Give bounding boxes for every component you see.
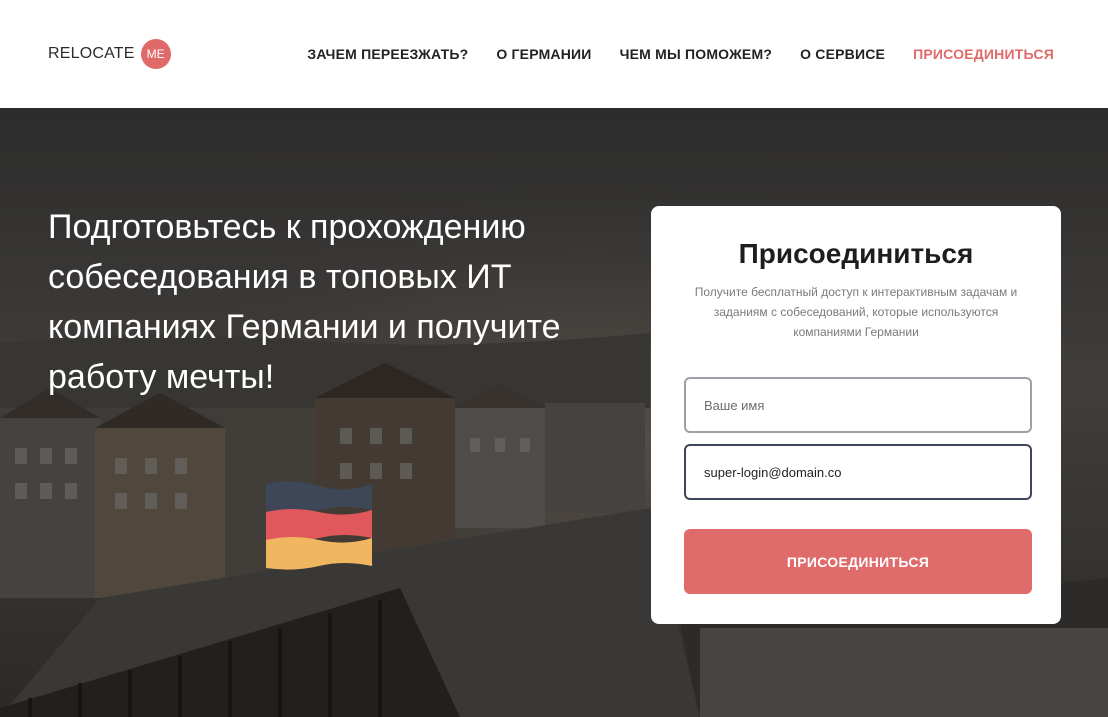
hero-headline: Подготовьтесь к прохождению собеседовани… [48, 208, 561, 396]
logo-text: RELOCATE [48, 45, 135, 62]
signup-title: Присоединиться [738, 238, 974, 269]
email-input[interactable] [684, 444, 1032, 500]
germany-flag-icon [266, 481, 372, 570]
hero-section: Подготовьтесь к прохождению собеседовани… [0, 108, 1108, 717]
nav-about-germany[interactable]: О ГЕРМАНИИ [496, 46, 591, 62]
name-input[interactable] [684, 377, 1032, 433]
join-button[interactable]: ПРИСОЕДИНИТЬСЯ [684, 529, 1032, 594]
signup-card: Присоединиться Получите бесплатный досту… [651, 206, 1061, 624]
nav-how-we-help[interactable]: ЧЕМ МЫ ПОМОЖЕМ? [620, 46, 773, 62]
main-nav: ЗАЧЕМ ПЕРЕЕЗЖАТЬ? О ГЕРМАНИИ ЧЕМ МЫ ПОМО… [307, 46, 1054, 62]
site-header: RELOCATE ME ЗАЧЕМ ПЕРЕЕЗЖАТЬ? О ГЕРМАНИИ… [0, 0, 1108, 108]
logo-badge: ME [140, 39, 171, 69]
logo[interactable]: RELOCATE ME [48, 39, 171, 69]
signup-description: Получите бесплатный доступ к интерактивн… [694, 285, 1018, 339]
nav-join[interactable]: ПРИСОЕДИНИТЬСЯ [913, 46, 1054, 62]
nav-why-move[interactable]: ЗАЧЕМ ПЕРЕЕЗЖАТЬ? [307, 46, 468, 62]
nav-about-service[interactable]: О СЕРВИСЕ [800, 46, 885, 62]
